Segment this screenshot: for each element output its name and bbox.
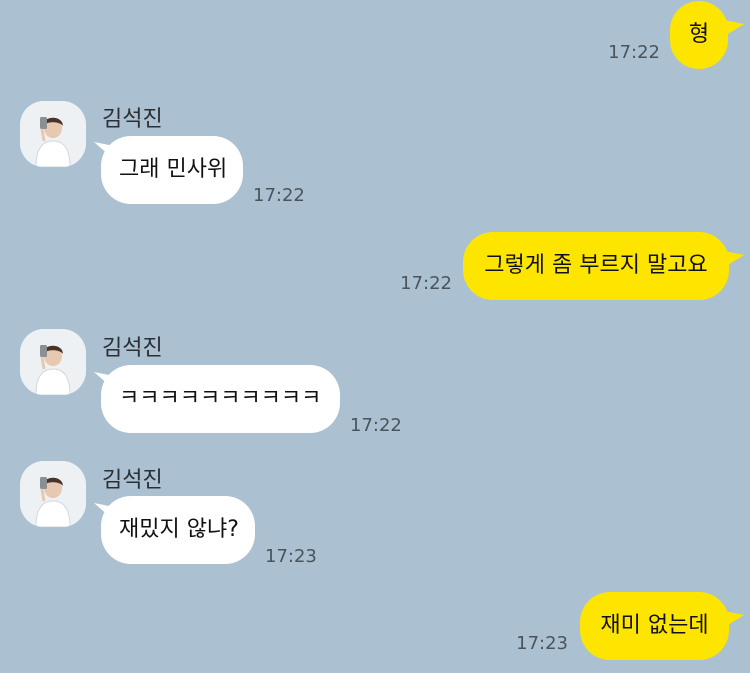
avatar[interactable]	[20, 329, 86, 395]
message-time: 17:23	[265, 546, 317, 567]
message-text: 재미 없는데	[600, 613, 709, 638]
message-bubble[interactable]: 그래 민사위	[101, 136, 243, 204]
profile-photo-icon	[20, 329, 86, 395]
avatar[interactable]	[20, 101, 86, 167]
sender-name: 김석진	[102, 468, 163, 493]
message-text: 형	[688, 22, 710, 47]
profile-photo-icon	[20, 101, 86, 167]
bubble-tail-icon	[724, 20, 744, 34]
message-text: 그렇게 좀 부르지 말고요	[484, 253, 708, 278]
message-text: ㅋㅋㅋㅋㅋㅋㅋㅋㅋㅋ	[119, 386, 322, 411]
message-text: 그래 민사위	[119, 157, 228, 182]
chat-room: 17:22 형 김석진 그래 민사위 17:22 17:22 그렇게 좀 부르지…	[0, 0, 750, 673]
message-bubble[interactable]: 그렇게 좀 부르지 말고요	[463, 232, 729, 300]
message-text: 재밌지 않냐?	[119, 517, 239, 542]
message-time: 17:23	[516, 633, 568, 654]
message-time: 17:22	[253, 185, 305, 206]
message-time: 17:22	[608, 42, 660, 63]
sender-name: 김석진	[102, 107, 163, 132]
message-bubble[interactable]: 형	[670, 1, 728, 69]
message-time: 17:22	[400, 273, 452, 294]
message-bubble[interactable]: 재밌지 않냐?	[101, 496, 255, 564]
message-bubble[interactable]: ㅋㅋㅋㅋㅋㅋㅋㅋㅋㅋ	[101, 365, 340, 433]
sender-name: 김석진	[102, 336, 163, 361]
bubble-tail-icon	[724, 611, 744, 625]
message-bubble[interactable]: 재미 없는데	[580, 592, 729, 660]
message-time: 17:22	[350, 415, 402, 436]
bubble-tail-icon	[724, 251, 744, 265]
avatar[interactable]	[20, 461, 86, 527]
profile-photo-icon	[20, 461, 86, 527]
